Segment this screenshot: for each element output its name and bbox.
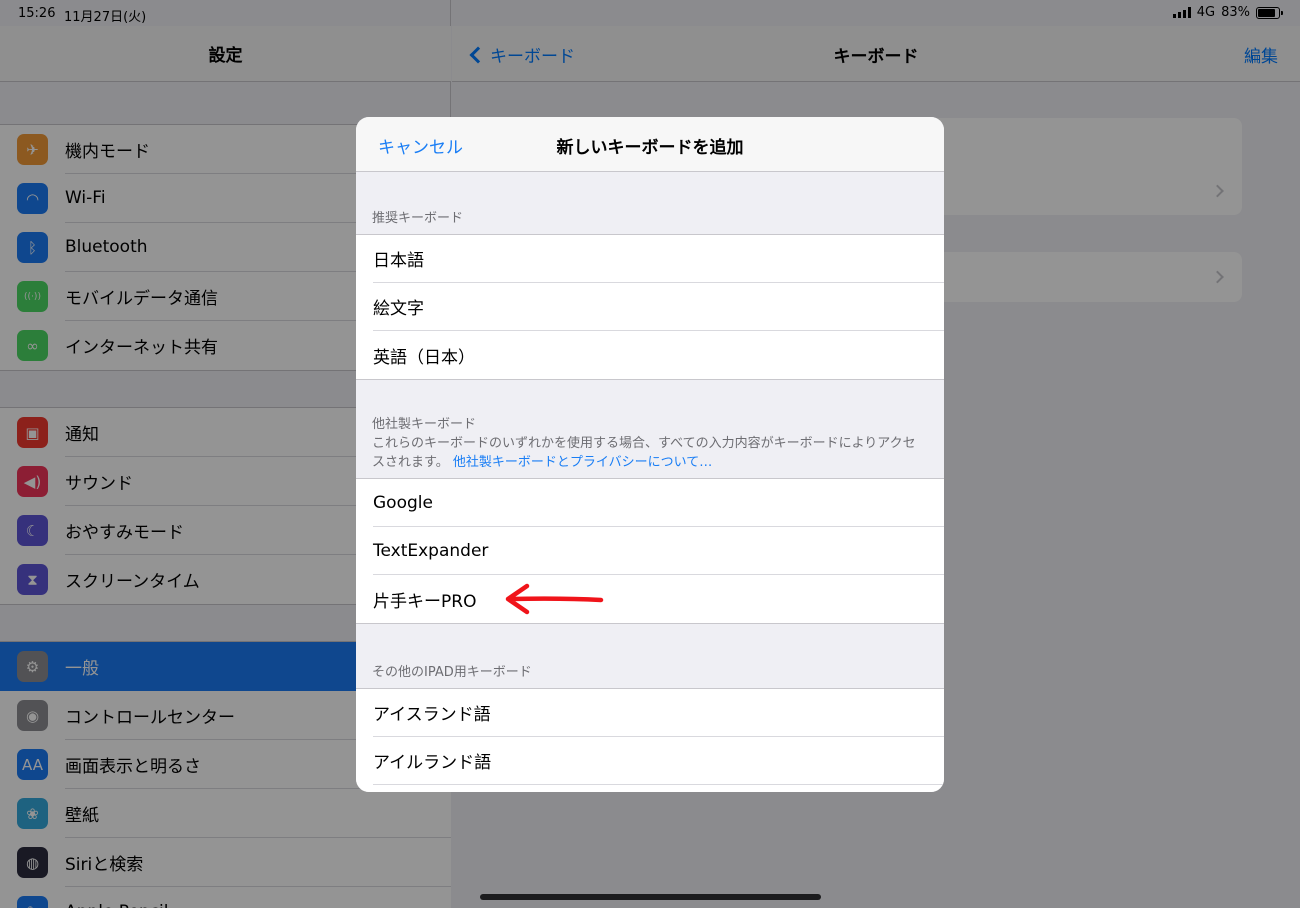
keyboard-option[interactable]: 英語（日本） xyxy=(373,331,944,379)
keyboard-option-label: 片手キーPRO xyxy=(373,591,477,612)
keyboard-option[interactable]: 日本語 xyxy=(373,235,944,283)
keyboard-option[interactable]: アゼルバイジャン語 xyxy=(373,785,944,792)
other-keyboards: アイスランド語アイルランド語アゼルバイジャン語 xyxy=(356,688,944,792)
keyboard-option[interactable]: 片手キーPRO xyxy=(373,575,944,623)
other-header: その他のIPAD用キーボード xyxy=(372,665,532,680)
keyboard-option-label: 英語（日本） xyxy=(373,347,475,368)
red-arrow-annotation xyxy=(505,583,604,615)
home-indicator[interactable] xyxy=(480,894,821,900)
third-party-keyboards: Google TextExpander 片手キーPRO xyxy=(356,478,944,624)
modal-nav-bar: キャンセル 新しいキーボードを追加 xyxy=(356,117,944,172)
modal-title: 新しいキーボードを追加 xyxy=(556,138,744,158)
keyboard-option[interactable]: 絵文字 xyxy=(373,283,944,331)
keyboard-option-label: TextExpander xyxy=(373,540,489,561)
third-party-note: これらのキーボードのいずれかを使用する場合、すべての入力内容がキーボードによりア… xyxy=(356,434,944,478)
keyboard-option-label: 日本語 xyxy=(373,251,424,271)
keyboard-option-label: アイルランド語 xyxy=(373,753,492,773)
keyboard-option-label: アイスランド語 xyxy=(373,705,491,725)
recommended-header: 推奨キーボード xyxy=(372,211,464,226)
keyboard-option[interactable]: Google xyxy=(373,479,944,527)
keyboard-option-label: Google xyxy=(373,492,433,513)
keyboard-option[interactable]: TextExpander xyxy=(373,527,944,575)
recommended-keyboards: 日本語絵文字英語（日本） xyxy=(356,234,944,380)
keyboard-option[interactable]: アイスランド語 xyxy=(373,689,944,737)
third-party-header: 他社製キーボード xyxy=(372,417,477,432)
add-keyboard-sheet: キャンセル 新しいキーボードを追加 推奨キーボード 日本語絵文字英語（日本） 他… xyxy=(356,117,944,792)
keyboard-option[interactable]: アイルランド語 xyxy=(373,737,944,785)
keyboard-option-label: 絵文字 xyxy=(373,299,424,319)
privacy-link[interactable]: 他社製キーボードとプライバシーについて… xyxy=(453,455,712,470)
